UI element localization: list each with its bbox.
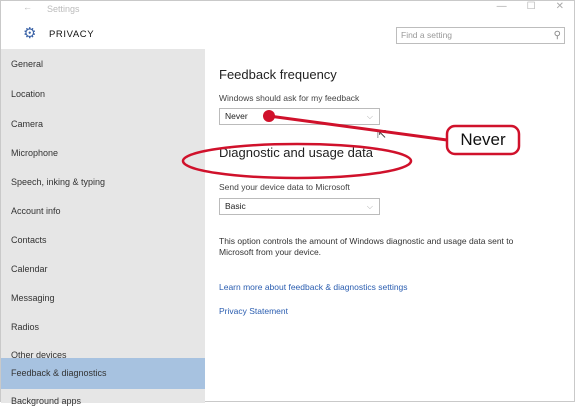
feedback-frequency-value: Never — [225, 111, 248, 121]
sidebar-item-location[interactable]: Location — [1, 79, 205, 110]
close-icon[interactable]: ✕ — [556, 1, 564, 12]
sidebar-item-camera[interactable]: Camera — [1, 109, 205, 140]
maximize-icon[interactable]: ☐ — [527, 1, 536, 12]
sidebar-item-radios[interactable]: Radios — [1, 312, 205, 343]
title-bar: ← Settings — ☐ ✕ — [1, 1, 574, 19]
page-header: ⚙ PRIVACY Find a setting ⚲ — [1, 23, 574, 49]
diagnostic-data-dropdown[interactable]: Basic ⌵ — [219, 198, 380, 215]
sidebar-item-speech[interactable]: Speech, inking & typing — [1, 167, 205, 198]
feedback-frequency-heading: Feedback frequency — [219, 67, 337, 82]
gear-icon: ⚙ — [23, 25, 37, 42]
diagnostic-usage-heading: Diagnostic and usage data — [219, 145, 373, 160]
app-title: Settings — [47, 4, 80, 14]
chevron-down-icon: ⌵ — [366, 112, 373, 121]
diagnostic-description: This option controls the amount of Windo… — [219, 236, 514, 257]
diagnostic-data-value: Basic — [225, 201, 246, 211]
sidebar: General Location Camera Microphone Speec… — [1, 49, 205, 406]
privacy-statement-link[interactable]: Privacy Statement — [219, 306, 288, 316]
settings-window: ← Settings — ☐ ✕ ⚙ PRIVACY Find a settin… — [0, 0, 575, 406]
search-placeholder: Find a setting — [401, 30, 453, 40]
feedback-frequency-label: Windows should ask for my feedback — [219, 93, 360, 103]
sidebar-item-general[interactable]: General — [1, 49, 205, 80]
back-arrow-icon[interactable]: ← — [23, 2, 32, 12]
callout-label: Never — [460, 130, 506, 149]
minimize-icon[interactable]: — — [497, 1, 507, 12]
main-content: Feedback frequency Windows should ask fo… — [205, 49, 575, 403]
sidebar-item-microphone[interactable]: Microphone — [1, 138, 205, 169]
search-icon[interactable]: ⚲ — [554, 28, 561, 43]
learn-more-link[interactable]: Learn more about feedback & diagnostics … — [219, 282, 408, 292]
diagnostic-usage-label: Send your device data to Microsoft — [219, 182, 350, 192]
sidebar-item-feedback-diagnostics[interactable]: Feedback & diagnostics — [1, 358, 205, 389]
sidebar-item-messaging[interactable]: Messaging — [1, 283, 205, 314]
feedback-frequency-dropdown[interactable]: Never ⌵ — [219, 108, 380, 125]
sidebar-item-contacts[interactable]: Contacts — [1, 225, 205, 256]
mouse-cursor-icon: ⇱ — [377, 129, 387, 141]
search-input[interactable]: Find a setting ⚲ — [396, 27, 565, 44]
page-title: PRIVACY — [49, 29, 95, 40]
sidebar-item-account-info[interactable]: Account info — [1, 196, 205, 227]
sidebar-item-calendar[interactable]: Calendar — [1, 254, 205, 285]
window-controls: — ☐ ✕ — [497, 1, 564, 12]
chevron-down-icon: ⌵ — [366, 202, 373, 211]
